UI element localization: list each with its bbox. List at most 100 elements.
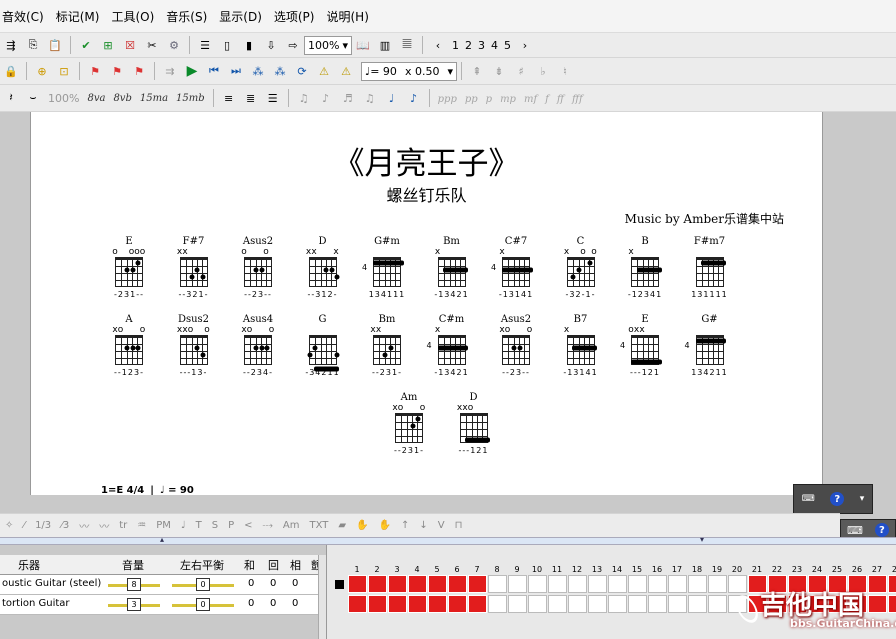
- ottava-8vb[interactable]: 8vb: [113, 93, 131, 104]
- measure-cell[interactable]: [868, 575, 887, 593]
- keyboard-icon[interactable]: 𝄚: [398, 36, 416, 54]
- speed-trainer-icon[interactable]: ⚠: [315, 62, 333, 80]
- menu-item[interactable]: 选项(P): [274, 8, 315, 25]
- measure-cell[interactable]: [628, 575, 647, 593]
- delete-measure-icon[interactable]: ☒: [121, 36, 139, 54]
- measure-cell[interactable]: [688, 575, 707, 593]
- measure-cell[interactable]: [448, 595, 467, 613]
- new-section-icon[interactable]: ⊕: [33, 62, 51, 80]
- add-measure-icon[interactable]: ⊞: [99, 36, 117, 54]
- raise-pitch-icon[interactable]: ⇞: [468, 62, 486, 80]
- effect-icon[interactable]: ✧: [5, 520, 13, 531]
- measure-cell[interactable]: [888, 595, 896, 613]
- effect-button[interactable]: Am: [283, 520, 300, 531]
- measure-cell[interactable]: [648, 595, 667, 613]
- page-number[interactable]: 4: [491, 39, 498, 52]
- gear-icon[interactable]: ⚙: [165, 36, 183, 54]
- keyboard-icon[interactable]: ⌨: [802, 494, 815, 504]
- layout-icon[interactable]: ☰: [196, 36, 214, 54]
- measure-cell[interactable]: [568, 575, 587, 593]
- measure-cell[interactable]: [348, 575, 367, 593]
- align-left-icon[interactable]: ≡: [220, 89, 238, 107]
- measure-cell[interactable]: [548, 575, 567, 593]
- marker-go-icon[interactable]: ⚑: [130, 62, 148, 80]
- scroll-down-icon[interactable]: ⇩: [262, 36, 280, 54]
- align-center-icon[interactable]: ≣: [242, 89, 260, 107]
- measure-cell[interactable]: [508, 595, 527, 613]
- menu-item[interactable]: 标记(M): [56, 8, 100, 25]
- pan-knob[interactable]: 0: [196, 578, 210, 591]
- note-auto-icon[interactable]: ♫: [295, 89, 313, 107]
- effect-icon[interactable]: ♩: [181, 520, 186, 531]
- measure-cell[interactable]: [508, 575, 527, 593]
- measure-cell[interactable]: [668, 595, 687, 613]
- dynamic-mf[interactable]: mf: [524, 94, 537, 105]
- lock-icon[interactable]: 🔒: [2, 62, 20, 80]
- effect-icon[interactable]: ✋: [379, 520, 391, 531]
- effect-button[interactable]: P: [228, 520, 234, 531]
- scroll-right-icon[interactable]: ⇨: [284, 36, 302, 54]
- volume-knob[interactable]: 3: [127, 598, 141, 611]
- stem-icon[interactable]: ♪: [405, 89, 423, 107]
- track-value[interactable]: 0: [248, 598, 254, 609]
- note-icon[interactable]: ♪: [317, 89, 335, 107]
- measure-cell[interactable]: [568, 595, 587, 613]
- play-icon[interactable]: ▶: [183, 62, 201, 80]
- dynamic-pp[interactable]: pp: [465, 94, 478, 105]
- page-number[interactable]: 2: [465, 39, 472, 52]
- effect-icon[interactable]: ♒: [137, 520, 146, 531]
- effect-icon[interactable]: 〰: [99, 518, 109, 533]
- volume-knob[interactable]: 8: [127, 578, 141, 591]
- track-value[interactable]: 0: [248, 578, 254, 589]
- flat-icon[interactable]: ♭: [534, 62, 552, 80]
- track-row[interactable]: oustic Guitar (steel) 8 0 0 0 0: [0, 575, 325, 595]
- menu-item[interactable]: 音效(C): [2, 8, 44, 25]
- countdown-icon[interactable]: ⁂: [271, 62, 289, 80]
- effect-icon[interactable]: ✋: [356, 520, 368, 531]
- measure-cell[interactable]: [348, 595, 367, 613]
- prev-page-icon[interactable]: ‹: [429, 36, 447, 54]
- book-icon[interactable]: 📖: [354, 36, 372, 54]
- tempo-combo[interactable]: ♩= 90 x 0.50 ▾: [361, 61, 457, 81]
- page-number[interactable]: 5: [504, 39, 511, 52]
- page-alt-icon[interactable]: ▮: [240, 36, 258, 54]
- paste-icon[interactable]: 📋: [46, 36, 64, 54]
- zoom-select[interactable]: 100% ▾: [304, 35, 352, 55]
- dynamic-ppp[interactable]: ppp: [438, 94, 457, 105]
- help-icon[interactable]: ?: [830, 492, 845, 506]
- page-number[interactable]: 1: [452, 39, 459, 52]
- effect-icon[interactable]: 〰: [79, 518, 89, 533]
- measure-cell[interactable]: [528, 575, 547, 593]
- pan-knob[interactable]: 0: [196, 598, 210, 611]
- dynamic-p[interactable]: p: [486, 94, 492, 105]
- floating-panel[interactable]: ⌨ ? ▾: [793, 484, 873, 514]
- track-scrollbar[interactable]: [318, 555, 326, 639]
- measure-cell[interactable]: [468, 595, 487, 613]
- effect-button[interactable]: tr: [119, 520, 127, 531]
- effect-button[interactable]: T: [196, 520, 202, 531]
- track-row[interactable]: tortion Guitar 3 0 0 0 0: [0, 595, 325, 615]
- measure-cell[interactable]: [428, 595, 447, 613]
- end-icon[interactable]: ⏭: [227, 62, 245, 80]
- section-icon[interactable]: ⊡: [55, 62, 73, 80]
- measure-cell[interactable]: [588, 595, 607, 613]
- lower-pitch-icon[interactable]: ⇟: [490, 62, 508, 80]
- loop-icon[interactable]: ⟳: [293, 62, 311, 80]
- measure-cell[interactable]: [448, 575, 467, 593]
- measure-cell[interactable]: [728, 575, 747, 593]
- track-value[interactable]: 0: [270, 578, 276, 589]
- chevron-down-icon[interactable]: ▾: [860, 494, 865, 504]
- effect-icon[interactable]: ↓: [419, 520, 427, 531]
- measure-cell[interactable]: [388, 575, 407, 593]
- measure-cell[interactable]: [368, 595, 387, 613]
- effect-icon[interactable]: ⁄: [23, 520, 25, 531]
- effect-icon[interactable]: 1/3: [35, 520, 51, 531]
- measure-cell[interactable]: [488, 575, 507, 593]
- measure-cell[interactable]: [888, 575, 896, 593]
- scroll-icon[interactable]: ⇉: [161, 62, 179, 80]
- measure-cell[interactable]: [368, 575, 387, 593]
- effect-icon[interactable]: ⤏: [263, 520, 273, 531]
- marker-icon[interactable]: ⚑: [86, 62, 104, 80]
- measure-cell[interactable]: [628, 595, 647, 613]
- track-value[interactable]: 0: [292, 598, 298, 609]
